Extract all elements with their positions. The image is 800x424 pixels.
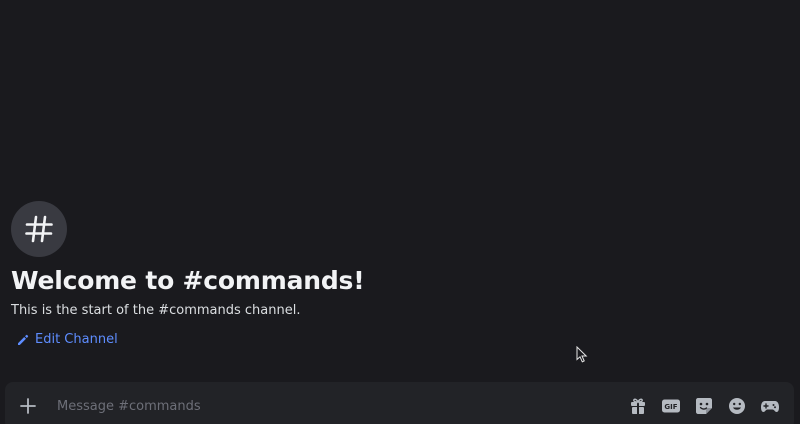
svg-text:GIF: GIF [664, 403, 677, 411]
channel-avatar [11, 201, 67, 257]
mouse-cursor-icon [576, 345, 588, 367]
gift-button[interactable] [627, 396, 648, 416]
attach-button[interactable] [17, 395, 39, 417]
gamepad-icon [760, 401, 779, 412]
gift-icon [630, 398, 645, 414]
add-icon [20, 398, 36, 414]
gif-button[interactable]: GIF [660, 396, 681, 416]
edit-channel-button[interactable]: Edit Channel [17, 331, 118, 349]
chat-view: Welcome to #commands! This is the start … [0, 0, 800, 424]
apps-button[interactable] [759, 396, 780, 416]
composer-toolbar: GIF [627, 396, 780, 416]
gif-icon: GIF [661, 399, 680, 413]
pencil-icon [18, 334, 29, 345]
message-composer: GIF [5, 382, 794, 424]
welcome-subtitle: This is the start of the #commands chann… [11, 303, 301, 318]
hashtag-icon [25, 215, 53, 243]
sticker-icon [695, 398, 712, 414]
welcome-title: Welcome to #commands! [11, 266, 365, 295]
emoji-icon [728, 398, 745, 414]
edit-channel-label: Edit Channel [35, 332, 118, 347]
channel-welcome: Welcome to #commands! This is the start … [11, 201, 771, 350]
message-input[interactable] [57, 394, 597, 418]
sticker-button[interactable] [693, 396, 714, 416]
emoji-button[interactable] [726, 396, 747, 416]
